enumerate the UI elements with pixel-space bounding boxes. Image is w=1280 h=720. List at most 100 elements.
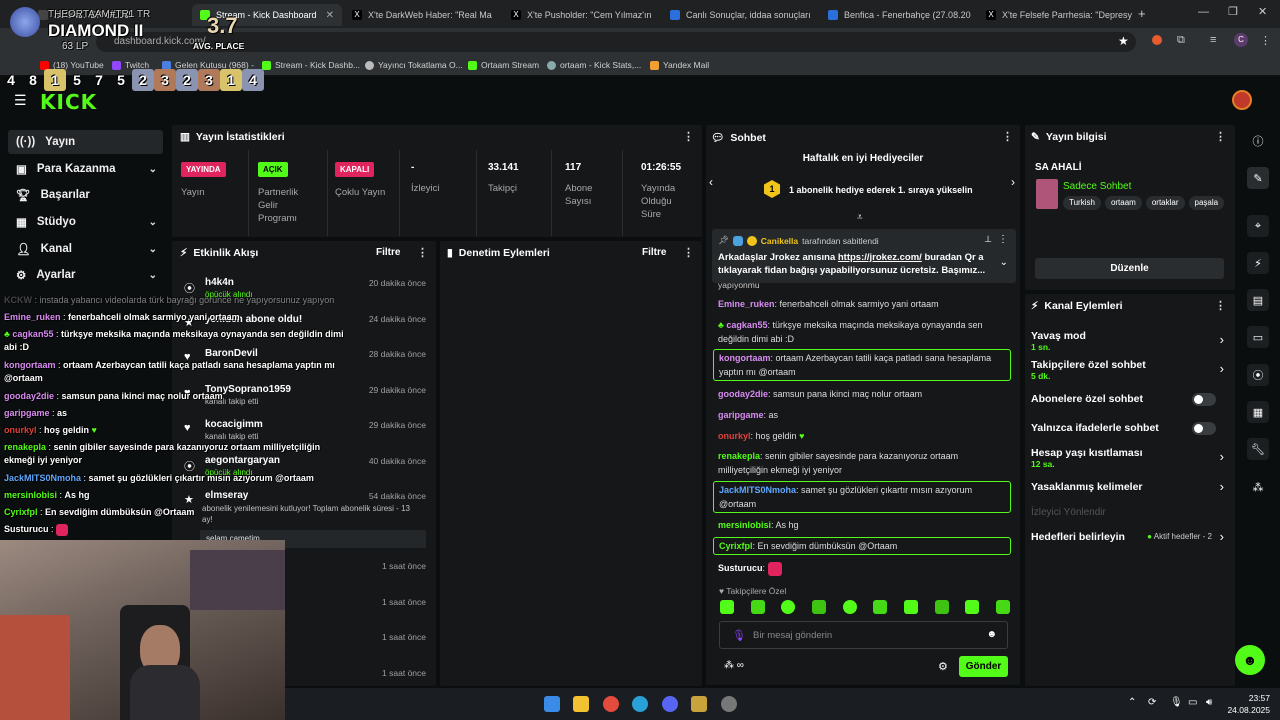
broadcast-rail-icon[interactable]: ⦿ <box>1247 364 1269 386</box>
action-account-age[interactable]: Hesap yaşı kısıtlaması 12 sa. › <box>1031 447 1226 471</box>
category-name[interactable]: Sadece Sohbet <box>1063 181 1131 192</box>
kick-logo[interactable]: KICK <box>40 90 97 114</box>
wrench-icon[interactable]: 🔧︎ <box>1247 438 1269 460</box>
info-icon[interactable]: ⓘ <box>1247 130 1269 152</box>
file-explorer-icon[interactable] <box>573 696 589 712</box>
send-button[interactable]: Gönder <box>959 656 1008 677</box>
minimize-icon[interactable]: — <box>1198 6 1209 18</box>
close-tab-icon[interactable]: ✕ <box>498 10 499 21</box>
bookmark-item[interactable]: Ortaam Stream <box>468 60 539 70</box>
profile-avatar[interactable]: C <box>1234 33 1248 47</box>
edit-button[interactable]: Düzenle <box>1035 258 1224 279</box>
maximize-icon[interactable]: ❐ <box>1228 5 1238 18</box>
media-icon[interactable]: ≡ <box>1210 34 1216 46</box>
document-icon[interactable]: ▤ <box>1247 289 1269 311</box>
emote-icon[interactable] <box>842 600 857 614</box>
new-tab-icon[interactable]: + <box>1138 6 1146 21</box>
sidebar-item-ayarlar[interactable]: ⚙ Ayarlar ⌄ <box>8 263 163 287</box>
volume-icon[interactable]: 🔊︎ <box>1206 697 1212 708</box>
bookmark-star-icon[interactable]: ★ <box>1118 34 1129 48</box>
action-goals[interactable]: Hedefleri belirleyin ● Aktif hedefler - 2… <box>1031 529 1226 547</box>
sidebar-item-basarilar[interactable]: 🏆︎ Başarılar <box>8 183 163 207</box>
emote-icon[interactable] <box>720 600 734 614</box>
chevron-right-icon[interactable]: › <box>1011 175 1015 189</box>
tag[interactable]: paşala <box>1188 196 1225 210</box>
expand-chevron-icon[interactable]: ⌄ <box>1000 257 1008 268</box>
bookmark-item[interactable]: Stream - Kick Dashb... <box>262 60 360 70</box>
events-filter-button[interactable]: Filtre <box>376 247 400 258</box>
emote-icon[interactable] <box>873 600 888 614</box>
tray-chevron-icon[interactable]: ⌃ <box>1128 697 1136 708</box>
browser-tab[interactable]: Benfica - Fenerbahçe (27.08.20✕ <box>820 4 975 26</box>
emote-icon[interactable] <box>750 600 765 614</box>
sidebar-item-para-kazanma[interactable]: ▣ Para Kazanma ⌄ <box>8 157 163 181</box>
unpin-icon[interactable]: ⊥ <box>984 234 992 245</box>
action-banned-words[interactable]: Yasaklanmış kelimeler › <box>1031 479 1226 497</box>
mic-tray-icon[interactable]: 🎙︎ <box>1170 697 1183 708</box>
stats-menu-icon[interactable]: ⋮ <box>683 130 694 143</box>
action-slow-mode[interactable]: Yavaş mod 1 sn. › <box>1031 330 1226 354</box>
bookmark-item[interactable]: ortaam - Kick Stats,... <box>547 60 641 70</box>
chat-rail-icon[interactable]: ▭ <box>1247 326 1269 348</box>
extension-icon[interactable] <box>1152 35 1162 45</box>
action-followers-only[interactable]: Takipçilere özel sohbet 5 dk. › <box>1031 359 1226 383</box>
users-icon[interactable]: ⁂ <box>1247 476 1269 498</box>
chat-menu-icon[interactable]: ⋮ <box>1002 130 1013 143</box>
subscribers-only-toggle[interactable] <box>1192 393 1216 406</box>
emote-icon[interactable] <box>903 600 918 614</box>
taskbar-date[interactable]: 24.08.2025 <box>1222 705 1270 715</box>
scroll-down-icon[interactable]: ⩡ <box>857 212 863 223</box>
edit-pencil-icon[interactable]: ✎ <box>1247 167 1269 189</box>
bookmark-item[interactable]: Yayıncı Tokatlama O... <box>365 60 463 70</box>
tag[interactable]: ortaklar <box>1145 196 1185 210</box>
discord-icon[interactable] <box>662 696 678 712</box>
scan-icon[interactable]: ⌖ <box>1247 215 1269 237</box>
league-icon[interactable] <box>691 696 707 712</box>
microphone-icon[interactable]: 🎙︎ <box>732 629 746 642</box>
close-window-icon[interactable]: ✕ <box>1258 5 1267 18</box>
tag[interactable]: Turkish <box>1063 196 1101 210</box>
user-avatar[interactable] <box>1232 90 1252 110</box>
taskbar-time[interactable]: 23:57 <box>1232 693 1270 703</box>
obs-icon[interactable] <box>721 696 737 712</box>
network-icon[interactable]: ▭ <box>1188 697 1197 708</box>
bookmark-item[interactable]: Yandex Mail <box>650 60 709 70</box>
hamburger-menu-icon[interactable]: ☰ <box>14 92 27 109</box>
edge-icon[interactable] <box>632 696 648 712</box>
pinned-menu-icon[interactable]: ⋮ <box>998 234 1008 245</box>
browser-tab[interactable]: XX'te DarkWeb Haber: "Real Ma✕ <box>344 4 499 26</box>
info-menu-icon[interactable]: ⋮ <box>1215 130 1226 143</box>
chat-input[interactable]: 🎙︎ Bir mesaj gönderin ☻ <box>719 621 1008 649</box>
events-menu-icon[interactable]: ⋮ <box>417 246 428 259</box>
close-tab-icon[interactable]: ✕ <box>326 10 334 21</box>
sidebar-item-kanal[interactable]: 👤︎ Kanal ⌄ <box>8 237 163 261</box>
support-bot-icon[interactable]: ☻ <box>1235 645 1265 675</box>
emote-icon[interactable] <box>995 600 1010 614</box>
browser-tab[interactable]: XX'te Pusholder: "Cem Yılmaz'ın✕ <box>503 4 658 26</box>
chevron-left-icon[interactable]: ‹ <box>709 175 713 189</box>
moderation-filter-button[interactable]: Filtre <box>642 247 666 258</box>
chrome-icon[interactable] <box>603 696 619 712</box>
emote-icon[interactable] <box>934 600 949 614</box>
emote-icon[interactable] <box>781 600 796 614</box>
sidebar-item-yayin[interactable]: ((·)) Yayın <box>8 130 163 154</box>
browser-tab[interactable]: XX'te Felsefe Parrhesia: "Depresy✕ <box>978 4 1133 26</box>
points-icon[interactable]: ⁂ ∞ <box>724 660 744 671</box>
extensions-puzzle-icon[interactable]: ⧉ <box>1177 34 1185 47</box>
sidebar-item-studyo[interactable]: ▦ Stüdyo ⌄ <box>8 210 163 234</box>
url-field[interactable]: dashboard.kick.com/ <box>96 32 1136 52</box>
tag[interactable]: ortaam <box>1104 196 1142 210</box>
emoji-icon[interactable]: ☻ <box>986 629 997 640</box>
windows-start-icon[interactable] <box>544 696 560 712</box>
bolt-rail-icon[interactable]: ⚡︎ <box>1247 252 1269 274</box>
gallery-icon[interactable]: ▦ <box>1247 401 1269 423</box>
sync-icon[interactable]: ⟳ <box>1148 697 1156 708</box>
chat-settings-icon[interactable]: ⚙ <box>938 660 948 673</box>
emote-icon[interactable] <box>965 600 980 614</box>
browser-menu-icon[interactable]: ⋮ <box>1260 34 1271 47</box>
pinned-link[interactable]: https://jrokez.com/ <box>838 252 922 263</box>
browser-tab[interactable]: Canlı Sonuçlar, iddaa sonuçları✕ <box>662 4 817 26</box>
emotes-only-toggle[interactable] <box>1192 422 1216 435</box>
emote-icon[interactable] <box>811 600 826 614</box>
actions-menu-icon[interactable]: ⋮ <box>1215 299 1226 312</box>
